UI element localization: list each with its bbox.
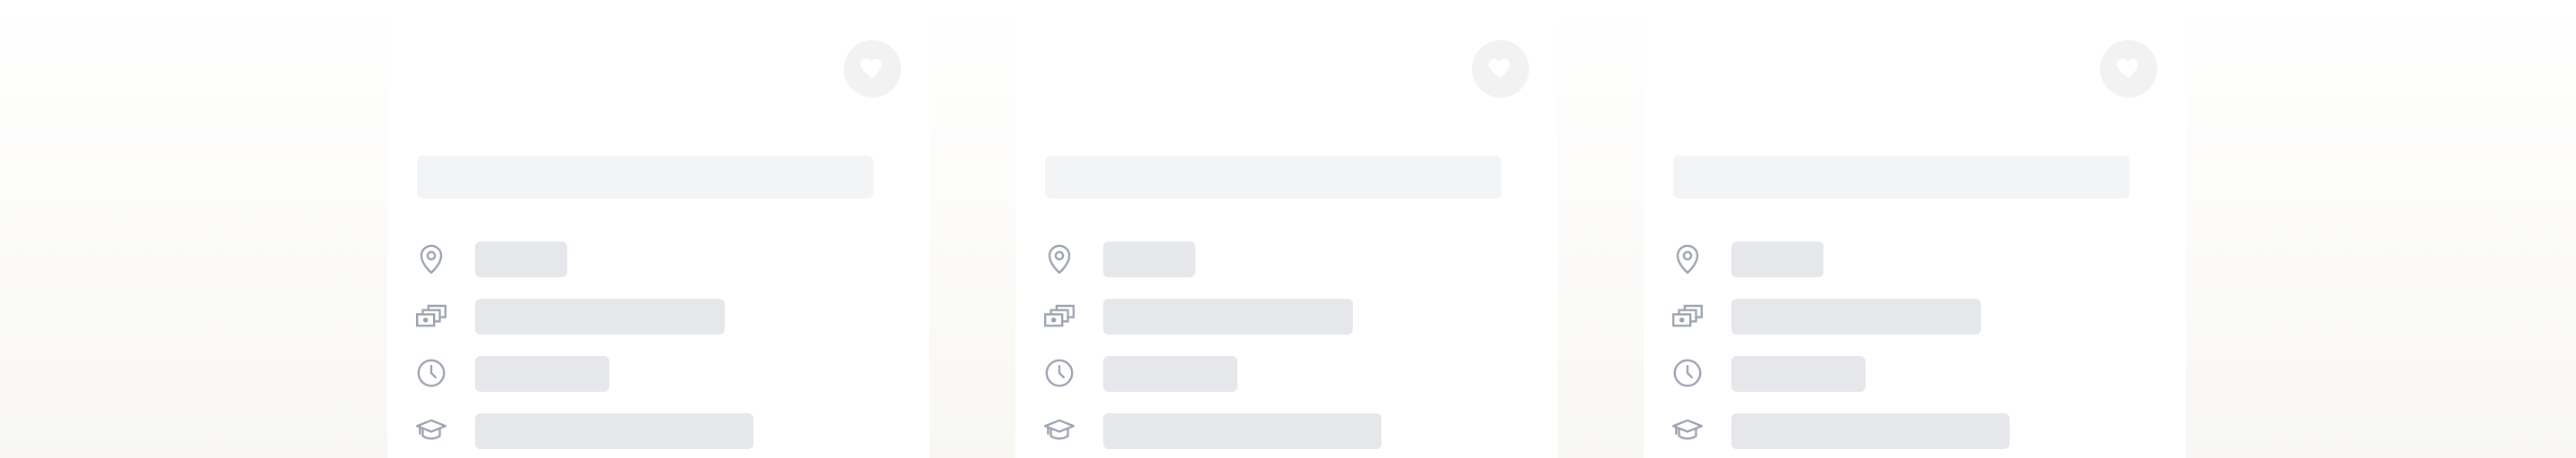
graduation-cap-icon bbox=[414, 413, 448, 447]
clock-icon bbox=[1042, 356, 1076, 390]
location-skeleton bbox=[475, 242, 567, 277]
money-icon bbox=[1042, 299, 1076, 333]
favorite-button[interactable] bbox=[2100, 40, 2157, 98]
salary-skeleton bbox=[475, 299, 725, 335]
location-pin-icon bbox=[1042, 242, 1076, 276]
salary-skeleton bbox=[1731, 299, 1981, 335]
graduation-cap-icon bbox=[1671, 413, 1705, 447]
location-skeleton bbox=[1731, 242, 1824, 277]
salary-skeleton bbox=[1103, 299, 1353, 335]
schedule-skeleton bbox=[1103, 356, 1237, 392]
title-skeleton bbox=[1045, 156, 1501, 199]
location-skeleton bbox=[1103, 242, 1195, 277]
heart-icon bbox=[1486, 53, 1515, 86]
clock-icon bbox=[1671, 356, 1705, 390]
location-pin-icon bbox=[414, 242, 448, 276]
graduation-cap-icon bbox=[1042, 413, 1076, 447]
education-skeleton bbox=[475, 413, 753, 449]
heart-icon bbox=[858, 53, 887, 86]
money-icon bbox=[414, 299, 448, 333]
job-card-skeleton bbox=[1644, 0, 2186, 458]
schedule-skeleton bbox=[1731, 356, 1866, 392]
job-card-skeleton bbox=[387, 0, 930, 458]
heart-icon bbox=[2114, 53, 2143, 86]
title-skeleton bbox=[1673, 156, 2130, 199]
schedule-skeleton bbox=[475, 356, 609, 392]
clock-icon bbox=[414, 356, 448, 390]
favorite-button[interactable] bbox=[844, 40, 901, 98]
location-pin-icon bbox=[1671, 242, 1705, 276]
money-icon bbox=[1671, 299, 1705, 333]
education-skeleton bbox=[1103, 413, 1382, 449]
title-skeleton bbox=[417, 156, 873, 199]
education-skeleton bbox=[1731, 413, 2010, 449]
job-card-skeleton bbox=[1016, 0, 1558, 458]
favorite-button[interactable] bbox=[1472, 40, 1529, 98]
